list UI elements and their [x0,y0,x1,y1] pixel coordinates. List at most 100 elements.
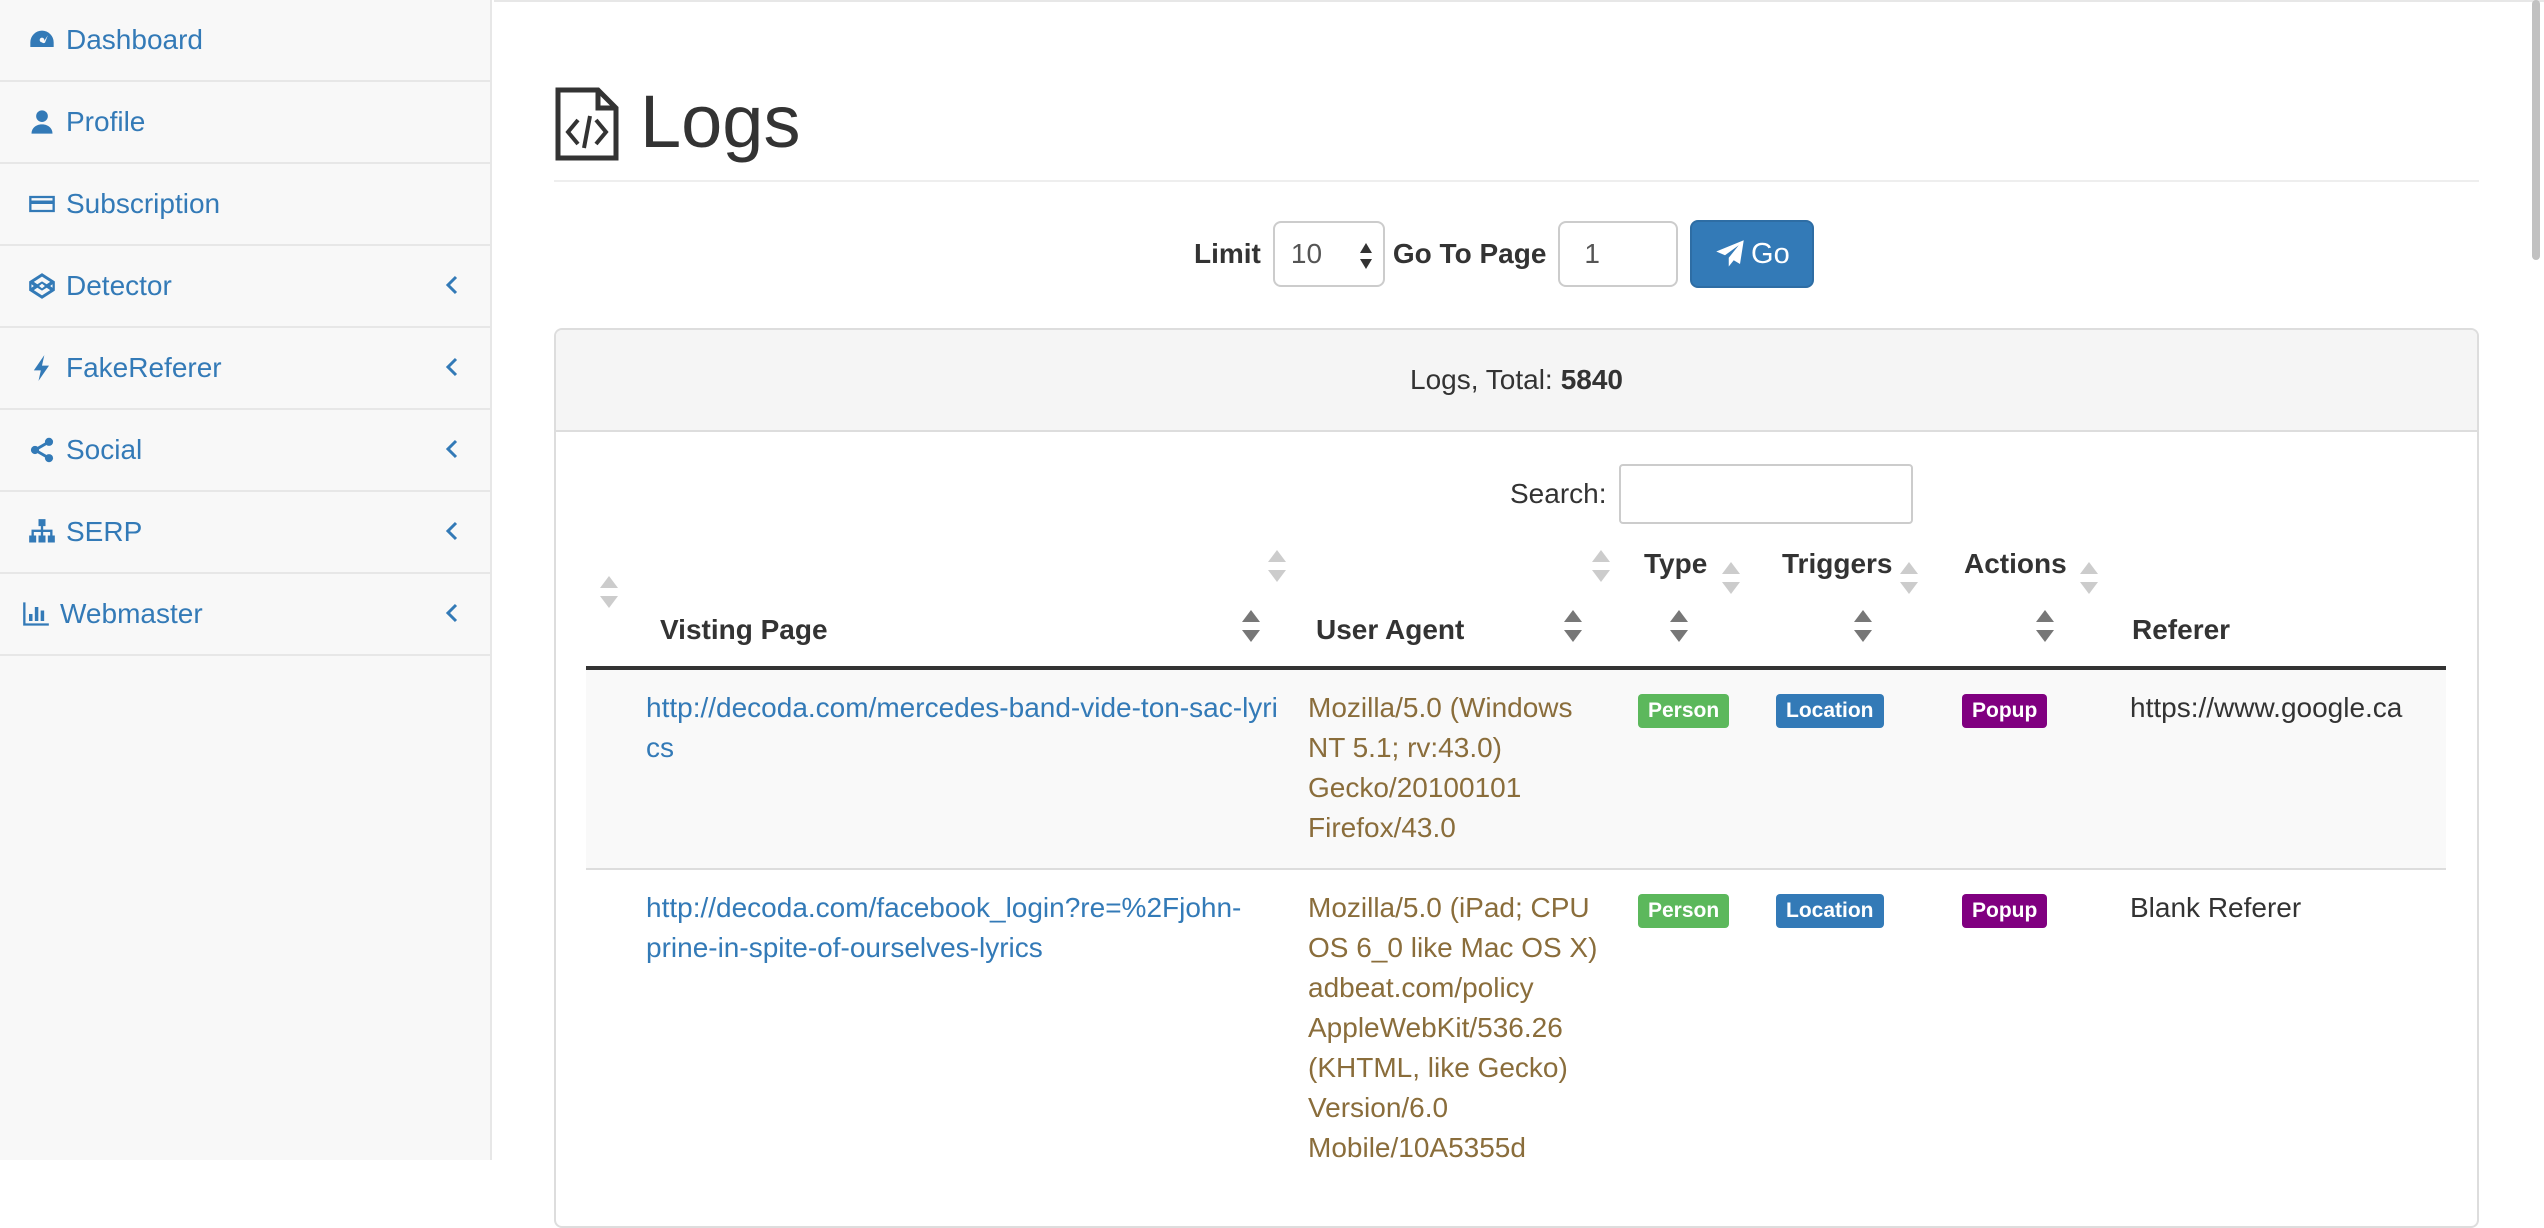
sidebar-item-label: Subscription [66,188,221,219]
sidebar-item-label: Webmaster [60,598,203,629]
sidebar-item-subscription[interactable]: Subscription [0,164,490,246]
status-badge: Location [1776,894,1884,928]
file-code-icon [555,87,619,161]
divider [494,0,2544,2]
sidebar-item-label: Profile [66,106,146,137]
logs-table: Visting Page User Agent Type Triggers Ac… [586,548,2446,1188]
table-cell: Location [1762,668,1946,869]
dashboard-icon [24,22,60,58]
go-button[interactable]: Go [1690,220,1815,288]
bolt-icon [24,350,60,386]
column-header-visiting-page[interactable]: Visting Page [640,548,1300,670]
status-badge: Popup [1962,694,2048,728]
status-badge: Location [1776,694,1884,728]
sidebar-item-social[interactable]: Social [0,410,490,492]
column-label: Referer [2132,614,2231,645]
goto-page-input[interactable]: 1 [1558,221,1679,287]
sort-icon[interactable] [1562,608,1584,644]
go-button-label: Go [1751,237,1790,270]
sidebar-item-label: Detector [66,270,172,301]
sort-icon[interactable] [1240,608,1262,644]
sitemap-icon [24,514,60,550]
scrollbar-thumb[interactable] [2532,0,2540,260]
chevron-left-icon [444,600,464,630]
total-count: 5840 [1560,364,1623,395]
status-badge: Person [1638,694,1730,728]
search-input[interactable] [1618,464,1913,524]
page-title: Logs [640,80,801,163]
sidebar-item-serp[interactable]: SERP [0,492,490,574]
panel-heading-text: Logs, Total: [1410,364,1553,395]
table-row: http://decoda.com/facebook_login?re=%2Fj… [586,868,2446,1188]
column-header-partial[interactable] [586,548,640,670]
table-cell: Mozilla/5.0 (iPad; CPU OS 6_0 like Mac O… [1300,868,1624,1188]
user-icon [24,104,60,140]
share-icon [24,432,60,468]
column-label: Visting Page [660,614,828,645]
referer-text: https://www.google.ca [2130,692,2403,723]
sort-icon[interactable] [2078,560,2100,596]
user-agent-text: Mozilla/5.0 (Windows NT 5.1; rv:43.0) Ge… [1308,692,1573,843]
sort-icon[interactable] [1590,548,1612,584]
page-header: Logs [554,80,2479,182]
table-cell: https://www.google.ca [2118,668,2446,869]
chevron-left-icon [444,272,464,302]
column-header-triggers[interactable]: Triggers [1762,548,1946,670]
visiting-page-link[interactable]: http://decoda.com/facebook_login?re=%2Fj… [640,888,1280,968]
sidebar-item-label: Social [66,434,143,465]
pagination-controls: Limit 10 Go To Page 1 Go [1194,220,1815,288]
user-agent-text: Mozilla/5.0 (iPad; CPU OS 6_0 like Mac O… [1308,892,1598,1163]
sort-icon[interactable] [598,574,620,610]
bar-chart-icon [18,596,54,632]
column-header-user-agent[interactable]: User Agent [1300,548,1624,670]
table-cell: Person [1624,868,1762,1188]
table-cell: Mozilla/5.0 (Windows NT 5.1; rv:43.0) Ge… [1300,668,1624,869]
sidebar: Dashboard Profile Subscription Detector … [0,0,492,1160]
table-cell: Popup [1946,668,2118,869]
sort-icon[interactable] [1266,548,1288,584]
sidebar-item-dashboard[interactable]: Dashboard [0,0,490,82]
sort-icon[interactable] [1668,608,1690,644]
status-badge: Person [1638,894,1730,928]
chevron-left-icon [444,518,464,548]
table-cell: Blank Referer [2118,868,2446,1188]
table-cell: http://decoda.com/mercedes-band-vide-ton… [640,668,1300,869]
codepen-icon [24,268,60,304]
search-row: Search: [1510,464,1913,524]
sidebar-item-fakereferer[interactable]: FakeReferer [0,328,490,410]
sidebar-item-webmaster[interactable]: Webmaster [0,574,490,656]
search-label: Search: [1510,478,1607,509]
paper-plane-icon [1716,240,1744,267]
visiting-page-link[interactable]: http://decoda.com/mercedes-band-vide-ton… [640,688,1280,768]
table-cell: Person [1624,668,1762,869]
column-label: User Agent [1316,614,1465,645]
chevron-left-icon [444,436,464,466]
sidebar-item-label: FakeReferer [66,352,222,383]
sort-icon[interactable] [1720,560,1742,596]
limit-label: Limit [1194,238,1261,269]
column-header-actions[interactable]: Actions [1946,548,2118,670]
sort-icon[interactable] [1898,560,1920,596]
sidebar-item-detector[interactable]: Detector [0,246,490,328]
sidebar-item-label: Dashboard [66,24,203,55]
credit-card-icon [24,186,60,222]
column-header-referer[interactable]: Referer [2118,548,2446,670]
sort-icon[interactable] [2034,608,2056,644]
table-cell: Popup [1946,868,2118,1188]
sidebar-item-label: SERP [66,516,143,547]
limit-value: 10 [1290,238,1323,269]
table-cell: Location [1762,868,1946,1188]
sort-icon[interactable] [1852,608,1874,644]
table-row: http://decoda.com/mercedes-band-vide-ton… [586,668,2446,869]
limit-select[interactable]: 10 [1272,221,1385,287]
sidebar-item-profile[interactable]: Profile [0,82,490,164]
logs-panel: Logs, Total: 5840 Search: Visting Page U… [554,328,2479,1228]
column-header-type[interactable]: Type [1624,548,1762,670]
status-badge: Popup [1962,894,2048,928]
scrollbar[interactable] [2528,0,2544,260]
referer-text: Blank Referer [2130,892,2302,923]
page-value: 1 [1584,238,1600,269]
table-cell [586,668,640,869]
panel-heading: Logs, Total: 5840 [556,330,2477,432]
main-content: Logs Limit 10 Go To Page 1 Go Logs, Tota… [494,0,2544,1228]
